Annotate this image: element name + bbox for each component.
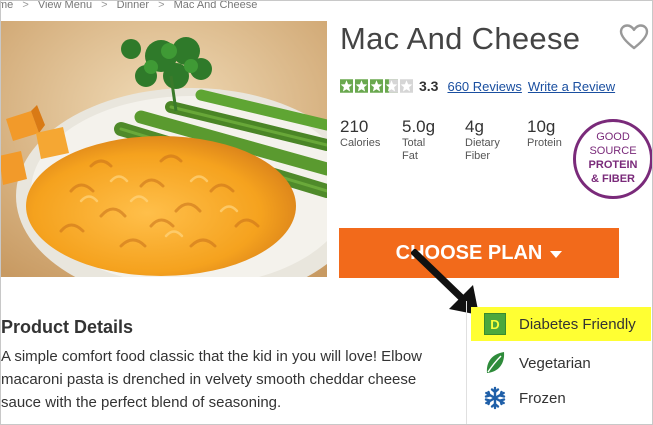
nutrition-value: 4g <box>465 117 484 136</box>
diabetes-friendly-icon: D <box>481 312 509 336</box>
star-icon <box>355 79 368 93</box>
caret-down-icon <box>550 250 563 258</box>
product-title: Mac And Cheese <box>340 21 581 56</box>
rating-value: 3.3 <box>419 78 439 94</box>
product-description: A simple comfort food classic that the k… <box>1 348 423 411</box>
breadcrumb: me > View Menu > Dinner > Mac And Cheese <box>1 0 263 11</box>
product-tags: D Diabetes Friendly Vegetarian Frozen <box>466 301 652 424</box>
good-source-protein-fiber-badge: GOOD SOURCE PROTEIN & FIBER <box>573 119 652 199</box>
breadcrumb-separator: > <box>158 0 165 11</box>
nutrition-label: Dietary Fiber <box>465 137 500 162</box>
nutrition-dietary-fiber: 4g Dietary Fiber <box>465 118 527 163</box>
badge-line: PROTEIN <box>588 159 638 171</box>
tag-label: Frozen <box>519 389 566 407</box>
product-image <box>1 21 327 277</box>
breadcrumb-item-home[interactable]: me <box>1 1 13 11</box>
breadcrumb-item-view-menu[interactable]: View Menu <box>38 1 92 11</box>
nutrition-total-fat: 5.0g Total Fat <box>402 118 465 163</box>
diabetes-badge: D <box>484 313 506 335</box>
page: me > View Menu > Dinner > Mac And Cheese <box>0 0 653 425</box>
product-details-heading: Product Details <box>1 317 134 337</box>
nutrition-calories: 210 Calories <box>340 118 402 163</box>
breadcrumb-item-dinner[interactable]: Dinner <box>117 1 149 11</box>
tag-label: Diabetes Friendly <box>519 315 636 333</box>
star-rating <box>340 79 413 93</box>
food-illustration <box>1 21 327 277</box>
nutrition-label: Total Fat <box>402 137 426 162</box>
nutrition-value: 5.0g <box>402 117 436 136</box>
rating-row: 3.3 660 Reviews Write a Review <box>340 77 621 95</box>
breadcrumb-separator: > <box>101 0 108 11</box>
badge-line: & FIBER <box>591 173 635 185</box>
breadcrumb-separator: > <box>22 0 29 11</box>
favorite-heart-icon[interactable] <box>619 23 649 51</box>
tag-vegetarian: Vegetarian <box>471 346 591 380</box>
write-review-link[interactable]: Write a Review <box>528 79 615 94</box>
star-icon <box>400 79 413 93</box>
tag-label: Vegetarian <box>519 354 591 372</box>
tag-frozen: Frozen <box>471 381 566 415</box>
snowflake-icon <box>481 386 509 410</box>
nutrition-label: Calories <box>340 137 381 149</box>
tag-diabetes-friendly: D Diabetes Friendly <box>471 307 651 341</box>
leaf-icon <box>481 351 509 375</box>
star-icon <box>370 79 383 93</box>
badge-line: SOURCE <box>589 145 637 157</box>
nutrition-facts: 210 Calories 5.0g Total Fat 4g Dietary F… <box>340 118 589 163</box>
star-icon <box>385 79 398 93</box>
badge-line: GOOD <box>596 131 630 143</box>
star-icon <box>340 79 353 93</box>
nutrition-value: 210 <box>340 117 369 136</box>
breadcrumb-item-current: Mac And Cheese <box>173 0 258 11</box>
reviews-link[interactable]: 660 Reviews <box>447 79 521 94</box>
